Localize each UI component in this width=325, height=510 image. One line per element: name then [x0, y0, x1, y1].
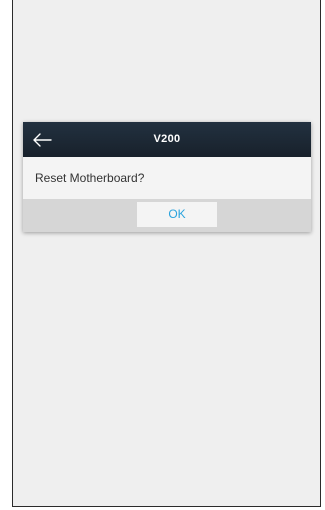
- ok-button[interactable]: OK: [137, 202, 217, 227]
- reset-dialog: V200 Reset Motherboard? OK: [23, 122, 311, 232]
- dialog-actions: OK: [23, 199, 311, 232]
- screen: V200 Reset Motherboard? OK: [0, 0, 325, 510]
- dialog-message: Reset Motherboard?: [23, 157, 311, 199]
- dialog-title: V200: [153, 133, 181, 145]
- phone-screen: V200 Reset Motherboard? OK: [12, 0, 321, 507]
- dialog-header: V200: [23, 122, 311, 157]
